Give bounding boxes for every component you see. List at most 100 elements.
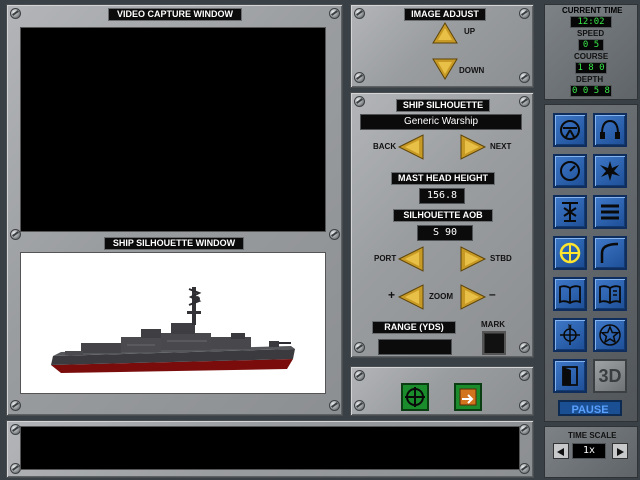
image-down-button[interactable] (432, 58, 458, 80)
next-label: NEXT (490, 142, 512, 151)
zoom-out-button[interactable] (460, 284, 486, 310)
explosion-icon (600, 161, 620, 181)
screw (354, 72, 365, 83)
exit-button[interactable] (553, 359, 587, 393)
reference-button[interactable] (593, 277, 627, 311)
screw (354, 400, 365, 411)
star-icon (599, 324, 621, 346)
periscope-crosshair-icon (559, 242, 581, 264)
screw (10, 8, 21, 19)
periscope-button[interactable] (553, 236, 587, 270)
helm-button[interactable] (553, 113, 587, 147)
zoom-in-button[interactable] (398, 284, 424, 310)
back-label: BACK (373, 142, 397, 151)
zoom-in-label: + (388, 288, 396, 302)
svg-text:N: N (568, 324, 572, 330)
next-button[interactable] (460, 134, 486, 160)
screw (519, 72, 530, 83)
image-adjust-title: IMAGE ADJUST (404, 8, 486, 21)
mark-label: MARK (481, 320, 505, 329)
screw (10, 400, 21, 411)
mast-head-height-title: MAST HEAD HEIGHT (391, 172, 495, 185)
screw (329, 400, 340, 411)
gauge-button[interactable] (553, 154, 587, 188)
silhouette-aob-title: SILHOUETTE AOB (393, 209, 493, 222)
stbd-label: STBD (490, 254, 512, 263)
zoom-out-label: – (489, 287, 496, 301)
menu-lines-icon (601, 204, 619, 220)
screw (519, 96, 530, 107)
helm-icon (560, 120, 580, 140)
screw (519, 8, 530, 19)
crosshair-icon (405, 387, 425, 407)
screw (354, 370, 365, 381)
screw (519, 424, 530, 435)
mast-head-height-field[interactable]: 156.8 (419, 188, 465, 204)
image-up-label: UP (464, 27, 476, 36)
warship-silhouette (51, 287, 295, 373)
depth-display: 0 0 5 8 (570, 85, 612, 97)
screw (329, 8, 340, 19)
action-button-panel (350, 366, 534, 416)
screw (354, 342, 365, 353)
tower-icon (562, 202, 578, 222)
triangle-left-icon (557, 448, 564, 456)
curve-icon (600, 242, 619, 263)
tower-button[interactable] (553, 195, 587, 229)
navigation-button[interactable]: N (553, 318, 587, 352)
compass-icon: N (560, 324, 580, 345)
curve-button[interactable] (593, 236, 627, 270)
screw (519, 370, 530, 381)
pause-button[interactable]: PAUSE (558, 400, 622, 416)
time-scale-decrease-button[interactable] (553, 443, 569, 459)
range-field[interactable] (378, 339, 452, 355)
book-icon (559, 285, 581, 305)
stbd-button[interactable] (460, 246, 486, 272)
ship-silhouette-window (20, 252, 326, 394)
ship-silhouette-title: SHIP SILHOUETTE (396, 99, 490, 112)
screw (519, 463, 530, 474)
port-button[interactable] (398, 246, 424, 272)
ship-name-field: Generic Warship (360, 114, 522, 130)
depth-title: DEPTH (576, 75, 604, 84)
target-designate-button[interactable] (401, 383, 429, 411)
transfer-icon (459, 388, 477, 406)
image-down-label: DOWN (459, 66, 485, 75)
screw (354, 8, 365, 19)
screw (329, 229, 340, 240)
screw (519, 400, 530, 411)
sonar-headphones-icon (600, 119, 620, 139)
message-bar (20, 426, 520, 470)
course-title: COURSE (574, 52, 609, 61)
course-display: 1 8 0 (575, 62, 607, 74)
range-title: RANGE (YDS) (372, 321, 456, 334)
time-scale-increase-button[interactable] (612, 443, 628, 459)
3d-view-button[interactable]: 3D (593, 359, 627, 393)
gauge-icon (560, 161, 580, 181)
current-time-title: CURRENT TIME (562, 6, 623, 15)
ship-silhouette-window-title: SHIP SILHOUETTE WINDOW (104, 237, 244, 250)
back-button[interactable] (398, 134, 424, 160)
sonar-button[interactable] (593, 113, 627, 147)
video-capture-title: VIDEO CAPTURE WINDOW (108, 8, 242, 21)
speed-title: SPEED (577, 29, 605, 38)
logbook-button[interactable] (553, 277, 587, 311)
port-label: PORT (374, 254, 397, 263)
time-scale-display: 1x (572, 443, 606, 459)
zoom-label: ZOOM (429, 292, 453, 301)
screw (354, 96, 365, 107)
silhouette-aob-field[interactable]: S 90 (417, 225, 473, 241)
screw (519, 342, 530, 353)
door-icon (562, 366, 578, 386)
triangle-right-icon (617, 448, 624, 456)
speed-display: 0 5 (578, 39, 604, 51)
book-alt-icon (599, 285, 621, 305)
menu-button[interactable] (593, 195, 627, 229)
mark-button[interactable] (482, 331, 506, 355)
video-capture-window (20, 27, 326, 232)
image-up-button[interactable] (432, 22, 458, 44)
transfer-button[interactable] (454, 383, 482, 411)
rank-button[interactable] (593, 318, 627, 352)
weapons-button[interactable] (593, 154, 627, 188)
time-scale-title: TIME SCALE (568, 431, 617, 440)
